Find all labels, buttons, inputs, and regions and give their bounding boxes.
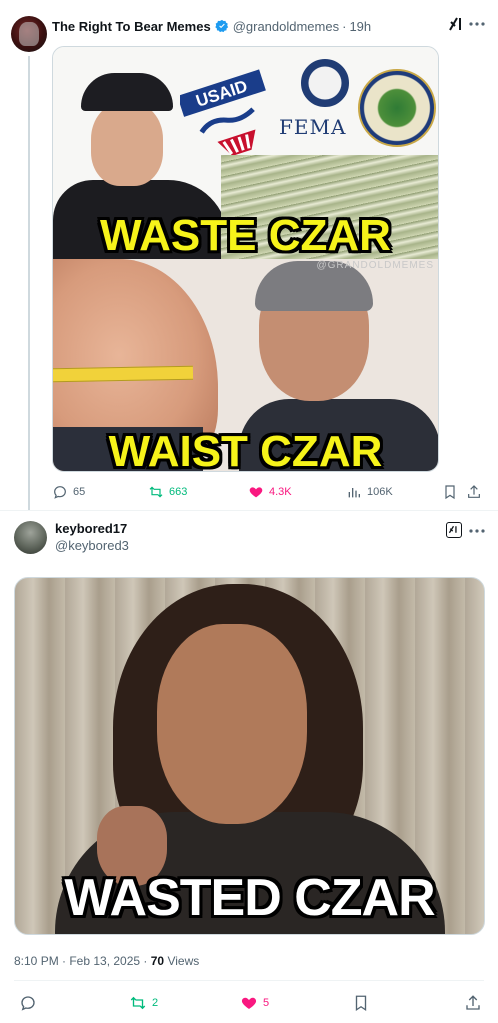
measuring-tape bbox=[53, 365, 194, 383]
display-name[interactable]: keybored17 bbox=[55, 521, 127, 536]
views-count: 70 bbox=[150, 954, 165, 968]
handle[interactable]: @grandoldmemes bbox=[233, 19, 339, 34]
action-bar: 65 663 4.3K 106K bbox=[52, 482, 492, 502]
like-count: 5 bbox=[263, 997, 270, 1009]
divider bbox=[0, 510, 498, 511]
bookmark-button[interactable] bbox=[352, 993, 375, 1013]
display-name[interactable]: The Right To Bear Memes bbox=[52, 19, 211, 34]
analytics-icon bbox=[348, 488, 360, 498]
department-of-education-seal bbox=[358, 69, 436, 147]
watermark: @GRANDOLDMEMES bbox=[316, 260, 434, 271]
bookmark-icon bbox=[355, 995, 367, 1012]
reply-icon bbox=[54, 486, 66, 499]
divider bbox=[14, 980, 484, 981]
timestamp[interactable]: 8:10 PM · Feb 13, 2025 · bbox=[14, 954, 151, 968]
tweet-meta: 8:10 PM · Feb 13, 2025 · 70 Views bbox=[14, 954, 199, 968]
tweet-header: The Right To Bear Memes @grandoldmemes ·… bbox=[52, 16, 371, 36]
handle[interactable]: @keybored3 bbox=[55, 538, 129, 553]
share-button[interactable] bbox=[466, 482, 487, 502]
meme-image[interactable]: USAID FEMA WASTE CZAR @GRANDOLDMEMES WAI… bbox=[52, 46, 439, 472]
share-icon bbox=[466, 995, 480, 1010]
timestamp[interactable]: 19h bbox=[349, 19, 371, 34]
caption-waste-czar: WASTE CZAR bbox=[100, 211, 391, 260]
like-button[interactable]: 4.3K bbox=[248, 482, 292, 502]
repost-count: 663 bbox=[169, 486, 188, 498]
share-button[interactable] bbox=[464, 993, 487, 1013]
grok-icon[interactable] bbox=[448, 16, 464, 32]
fema-logo: FEMA bbox=[279, 115, 347, 139]
reply-count: 65 bbox=[73, 486, 86, 498]
repost-button[interactable]: 663 bbox=[148, 482, 187, 502]
heart-icon bbox=[249, 487, 263, 498]
repost-icon bbox=[149, 486, 163, 498]
action-bar: 2 5 bbox=[14, 993, 484, 1015]
caption-wasted-czar: WASTED CZAR bbox=[64, 869, 435, 927]
heart-icon bbox=[241, 997, 257, 1009]
caption-waist-czar: WAIST CZAR bbox=[108, 427, 383, 472]
meme-image[interactable]: WASTED CZAR bbox=[14, 577, 485, 935]
avatar[interactable] bbox=[11, 16, 47, 52]
dhs-seal bbox=[301, 59, 349, 107]
verified-badge-icon bbox=[214, 19, 229, 33]
separator-dot: · bbox=[342, 18, 347, 34]
like-button[interactable]: 5 bbox=[240, 993, 269, 1013]
repost-button[interactable]: 2 bbox=[129, 993, 158, 1013]
repost-count: 2 bbox=[152, 997, 159, 1009]
more-options-icon[interactable] bbox=[468, 522, 486, 540]
bookmark-icon bbox=[445, 485, 455, 500]
thread-connector-line bbox=[28, 56, 30, 510]
like-count: 4.3K bbox=[269, 486, 292, 498]
views-button[interactable]: 106K bbox=[346, 482, 393, 502]
tweet-parent: The Right To Bear Memes @grandoldmemes ·… bbox=[0, 0, 498, 510]
bookmark-button[interactable] bbox=[442, 482, 463, 502]
reply-icon bbox=[21, 996, 35, 1011]
grok-icon[interactable] bbox=[446, 522, 462, 538]
share-icon bbox=[468, 485, 480, 498]
cap-graphic bbox=[81, 73, 173, 111]
more-options-icon[interactable] bbox=[468, 15, 486, 33]
views-count: 106K bbox=[367, 486, 393, 498]
reply-button[interactable] bbox=[19, 993, 42, 1013]
views-label: Views bbox=[164, 954, 200, 968]
reply-button[interactable]: 65 bbox=[52, 482, 85, 502]
repost-icon bbox=[130, 996, 146, 1010]
avatar[interactable] bbox=[14, 521, 47, 554]
usaid-logo: USAID bbox=[177, 67, 278, 165]
